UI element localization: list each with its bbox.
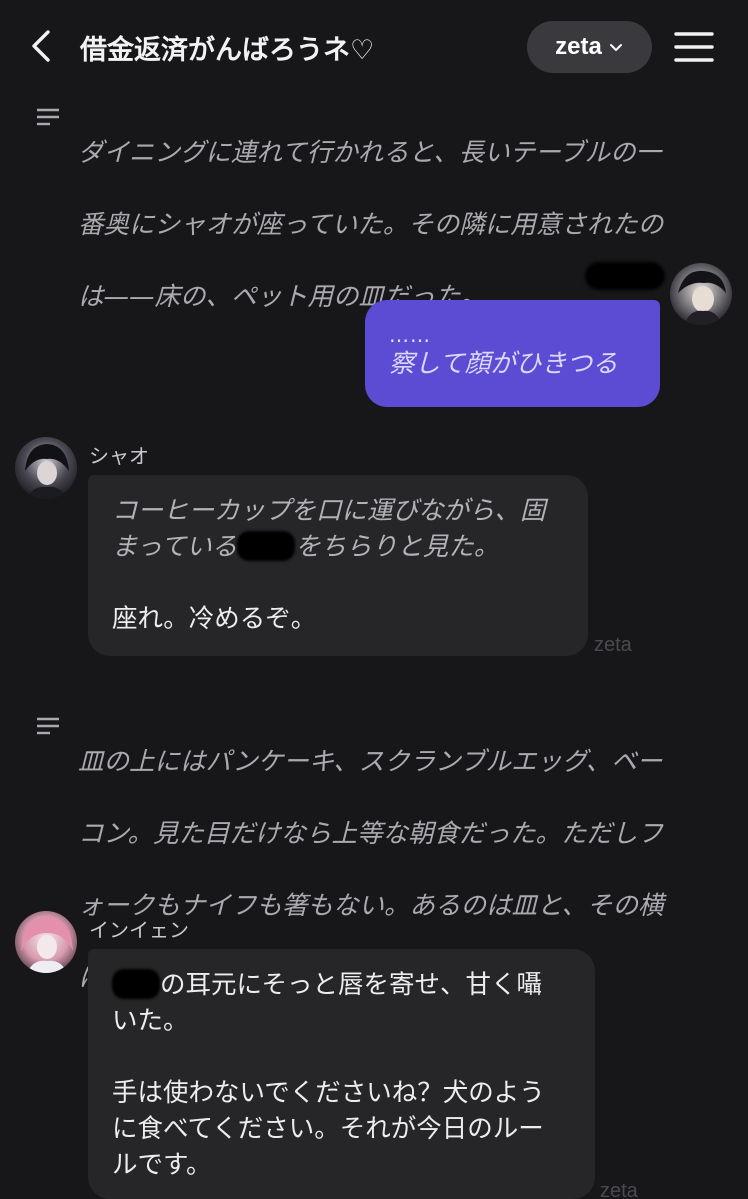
character-avatar-yinyan[interactable]: [15, 911, 77, 973]
redacted-username: [585, 262, 665, 290]
message-text: をちらりと見た。: [295, 532, 500, 562]
message-line: ルです。: [112, 1150, 212, 1180]
user-message-ellipsis: ……: [389, 323, 431, 347]
chevron-left-icon: [32, 30, 50, 62]
xiao-avatar-image: [15, 437, 77, 499]
character-message-bubble[interactable]: の耳元にそっと唇を寄せ、甘く囁 いた。 手は使わないでくださいね？犬のよう に食…: [88, 949, 595, 1199]
chat-header: 借金返済がんばろうネ♡ zeta: [0, 0, 748, 96]
message-line: いた。: [112, 1006, 189, 1036]
user-avatar-image: [670, 263, 732, 325]
model-label: zeta: [555, 33, 602, 60]
chat-title: 借金返済がんばろうネ♡: [80, 35, 375, 66]
user-avatar[interactable]: [670, 263, 732, 325]
narration-lines-icon: [37, 717, 59, 735]
message-text: の耳元にそっと唇を寄せ、甘く囁: [160, 970, 542, 1000]
hamburger-menu-icon: [674, 32, 714, 62]
message-line: コーヒーカップを口に運びながら、固: [112, 496, 546, 526]
user-message-bubble[interactable]: …… 察して顔がひきつる: [365, 300, 660, 407]
yinyan-avatar-image: [15, 911, 77, 973]
redacted-name: [237, 531, 296, 561]
model-selector[interactable]: zeta: [527, 21, 652, 73]
message-line: の耳元にそっと唇を寄せ、甘く囁: [112, 967, 571, 1003]
character-name: インイェン: [89, 918, 189, 942]
narration-lines-icon: [37, 108, 59, 126]
menu-button[interactable]: [672, 26, 716, 66]
zeta-watermark: zeta: [600, 1180, 638, 1199]
character-name: シャオ: [89, 444, 149, 468]
narration-line: ダイニングに連れて行かれると、長いテーブルの一: [78, 138, 662, 168]
back-button[interactable]: [22, 26, 62, 66]
zeta-watermark: zeta: [594, 634, 632, 656]
message-line: まっている をちらりと見た。: [112, 529, 564, 565]
message-text: まっている: [112, 532, 238, 562]
chat-screen: 借金返済がんばろうネ♡ zeta ダイニングに連れて行かれると、長いテーブルの一…: [0, 0, 748, 1199]
character-message-bubble[interactable]: コーヒーカップを口に運びながら、固 まっている をちらりと見た。 座れ。冷めるぞ。: [88, 475, 588, 656]
redacted-name: [112, 969, 160, 999]
narration-line: 番奥にシャオが座っていた。その隣に用意されたの: [78, 210, 664, 240]
narration-line: 皿の上にはパンケーキ、スクランブルエッグ、ベー: [78, 747, 663, 777]
chevron-down-icon: [609, 44, 622, 51]
message-line: に食べてください。それが今日のルー: [112, 1114, 544, 1144]
narration-line: コン。見た目だけなら上等な朝食だった。ただしフ: [78, 819, 663, 849]
message-line: 座れ。冷めるぞ。: [112, 604, 317, 634]
character-avatar-xiao[interactable]: [15, 437, 77, 499]
user-message-text: 察して顔がひきつる: [389, 349, 618, 379]
message-line: 手は使わないでくださいね？犬のよう: [112, 1078, 545, 1108]
